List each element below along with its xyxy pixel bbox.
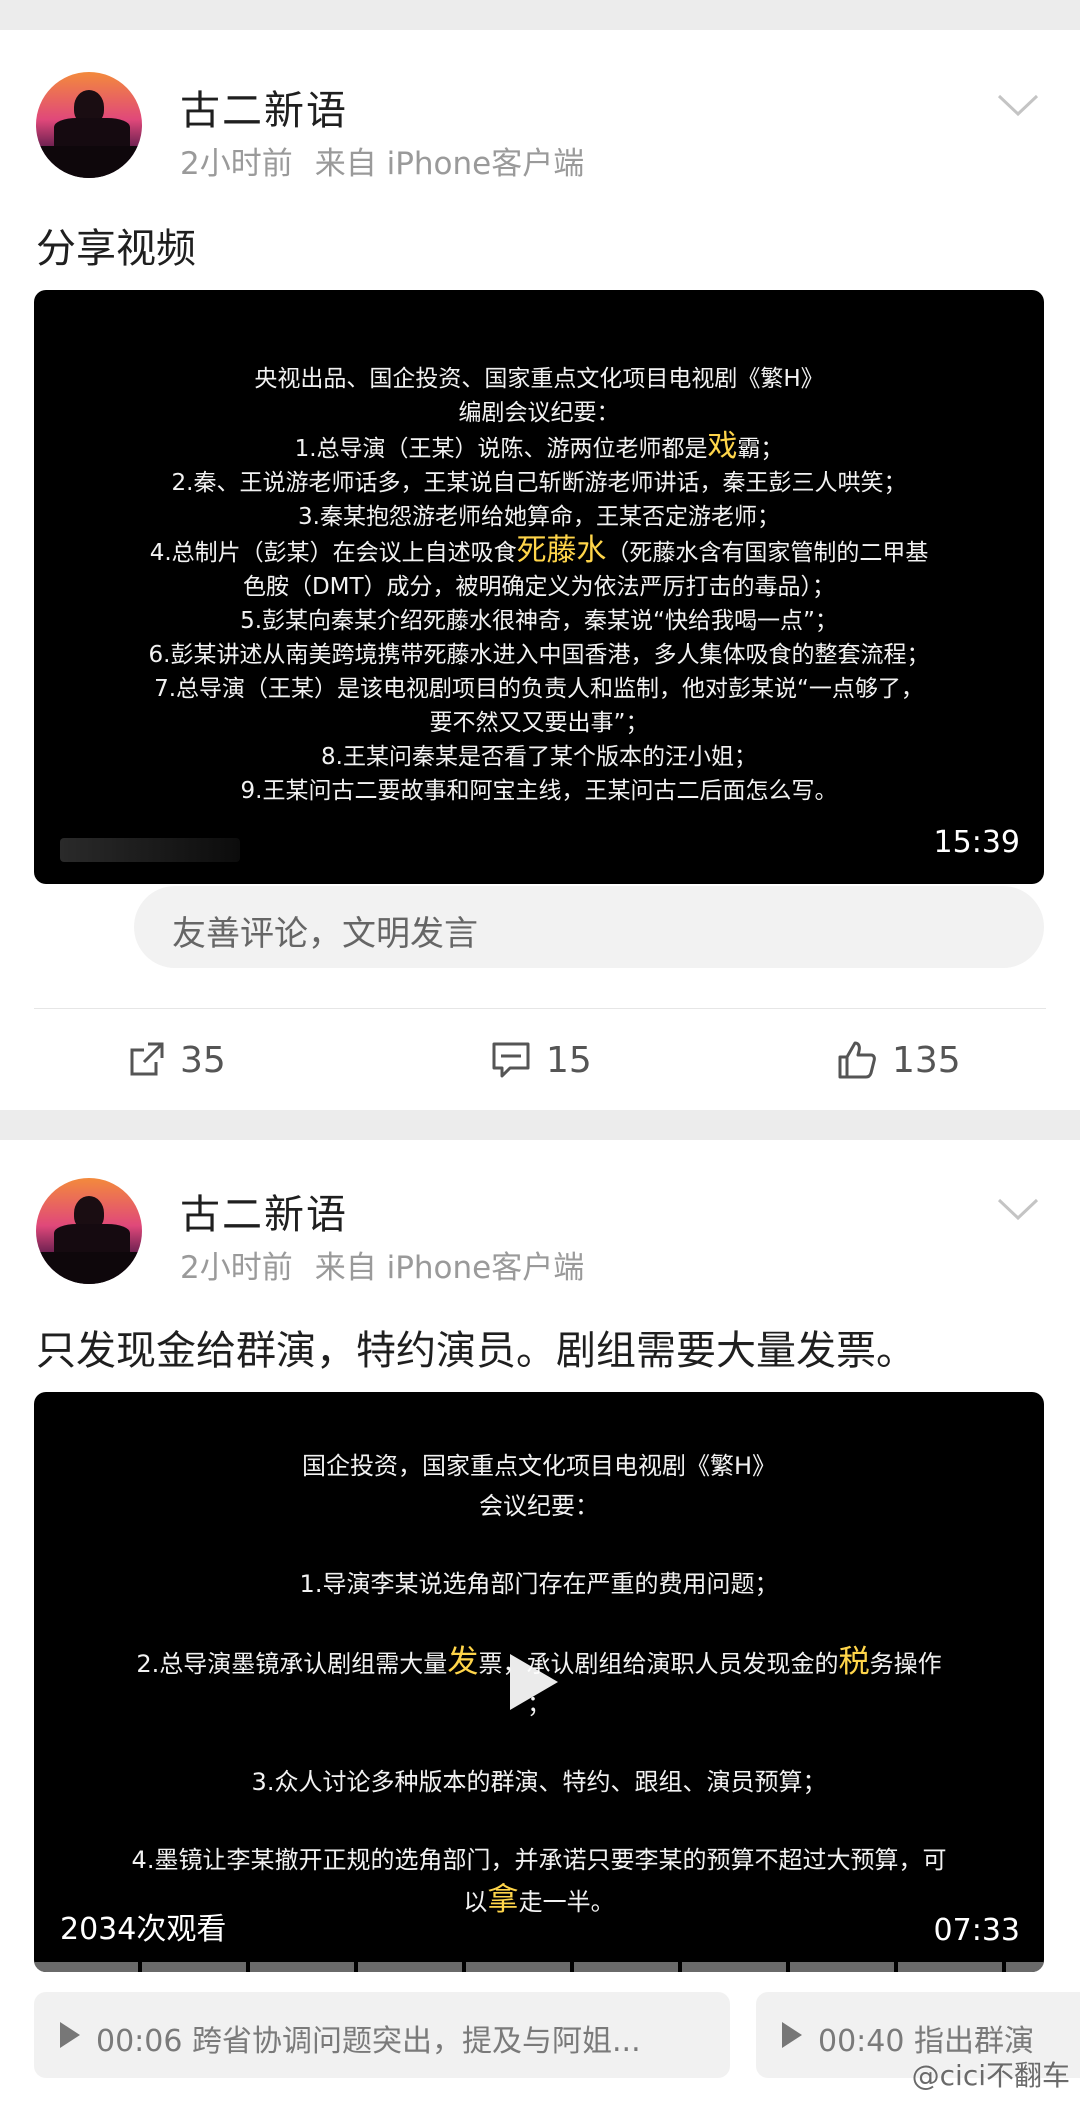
- play-icon: [782, 2022, 802, 2048]
- video-line: 要不然又又要出事”；: [429, 710, 649, 736]
- comment-icon: [492, 1042, 530, 1078]
- feed-post: 古二新语 2小时前 来自 iPhone客户端 只发现金给群演，特约演员。剧组需要大…: [0, 1140, 1080, 2104]
- video-player[interactable]: 央视出品、国企投资、国家重点文化项目电视剧《繁H》 编剧会议纪要： 1.总导演（…: [34, 290, 1044, 884]
- video-line: 5.彭某向秦某介绍死藤水很神奇，秦某说“快给我喝一点”；: [240, 608, 838, 634]
- chapter-title: 跨省协调问题突出，提及与阿姐...: [192, 2024, 641, 2059]
- video-chapter-bar[interactable]: [34, 1962, 1044, 1972]
- comment-placeholder: 友善评论，文明发言: [172, 914, 478, 954]
- thumbs-up-icon: [838, 1041, 876, 1079]
- video-line: 会议纪要：: [479, 1492, 599, 1520]
- play-icon: [60, 2022, 80, 2048]
- video-line: 7.总导演（王某）是该电视剧项目的负责人和监制，他对彭某说“一点够了，: [154, 676, 924, 702]
- post-text: 分享视频: [36, 226, 196, 272]
- share-icon: [130, 1042, 164, 1076]
- feed-post: 古二新语 2小时前 来自 iPhone客户端 分享视频 央视出品、国企投资、国家重…: [0, 30, 1080, 1110]
- play-icon[interactable]: [510, 1654, 558, 1710]
- like-count: 135: [892, 1039, 961, 1081]
- blurred-watermark: [60, 838, 240, 862]
- video-line: 3.秦某抱怨游老师给她算命，王某否定游老师；: [298, 504, 780, 530]
- video-line: 色胺（DMT）成分，被明确定义为依法严厉打击的毒品）；: [242, 574, 836, 600]
- video-line: 1.导演李某说选角部门存在严重的费用问题；: [299, 1570, 779, 1598]
- video-line: 央视出品、国企投资、国家重点文化项目电视剧《繁H》: [254, 366, 824, 392]
- post-time: 2小时前: [180, 146, 293, 182]
- like-button[interactable]: 135: [836, 1034, 961, 1086]
- video-line: 8.王某问秦某是否看了某个版本的汪小姐；: [321, 744, 757, 770]
- post-text: 只发现金给群演，特约演员。剧组需要大量发票。: [36, 1328, 916, 1374]
- author-name[interactable]: 古二新语: [180, 78, 348, 136]
- post-source: 来自 iPhone客户端: [314, 146, 585, 182]
- video-line: 国企投资，国家重点文化项目电视剧《繁H》: [301, 1452, 777, 1480]
- video-line: 3.众人讨论多种版本的群演、特约、跟组、演员预算；: [251, 1768, 827, 1796]
- chapter-time: 00:06: [96, 2024, 183, 2059]
- comment-input[interactable]: 友善评论，文明发言: [134, 886, 1044, 968]
- comment-button[interactable]: 15: [490, 1034, 592, 1086]
- post-source: 来自 iPhone客户端: [314, 1250, 585, 1286]
- video-line: 6.彭某讲述从南美跨境携带死藤水进入中国香港，多人集体吸食的整套流程；: [148, 642, 930, 668]
- video-duration: 07:33: [933, 1913, 1020, 1948]
- divider: [34, 1008, 1046, 1009]
- video-line: 编剧会议纪要：: [458, 400, 620, 426]
- share-button[interactable]: 35: [126, 1034, 226, 1086]
- video-chapter-chip[interactable]: 00:06 跨省协调问题突出，提及与阿姐...: [34, 1992, 730, 2078]
- share-count: 35: [180, 1039, 226, 1081]
- video-line: 4.墨镜让李某撤开正规的选角部门，并承诺只要李某的预算不超过大预算，可: [131, 1846, 947, 1874]
- post-meta: 2小时前 来自 iPhone客户端: [180, 1242, 584, 1287]
- avatar[interactable]: [36, 1178, 142, 1284]
- author-name[interactable]: 古二新语: [180, 1182, 348, 1240]
- video-subtitle-text: 央视出品、国企投资、国家重点文化项目电视剧《繁H》 编剧会议纪要： 1.总导演（…: [34, 362, 1044, 808]
- video-line: 9.王某问古二要故事和阿宝主线，王某问古二后面怎么写。: [240, 778, 838, 804]
- post-meta: 2小时前 来自 iPhone客户端: [180, 138, 584, 183]
- comment-count: 15: [546, 1039, 592, 1081]
- video-duration: 15:39: [933, 825, 1020, 860]
- video-line: 2.秦、王说游老师话多，王某说自己斩断游老师讲话，秦王彭三人哄笑；: [171, 470, 907, 496]
- chevron-down-icon[interactable]: [996, 90, 1040, 120]
- post-time: 2小时前: [180, 1250, 293, 1286]
- view-count: 2034次观看: [60, 1912, 227, 1947]
- video-player[interactable]: 国企投资，国家重点文化项目电视剧《繁H》 会议纪要： 1.导演李某说选角部门存在…: [34, 1392, 1044, 1972]
- chapter-time: 00:40: [818, 2024, 905, 2059]
- watermark: @cici不翻车: [911, 2059, 1070, 2092]
- video-line: 4.总制片（彭某）在会议上自述吸食死藤水（死藤水含有国家管制的二甲基: [149, 533, 929, 568]
- chevron-down-icon[interactable]: [996, 1194, 1040, 1224]
- avatar[interactable]: [36, 72, 142, 178]
- video-line: 1.总导演（王某）说陈、游两位老师都是戏霸；: [294, 429, 784, 464]
